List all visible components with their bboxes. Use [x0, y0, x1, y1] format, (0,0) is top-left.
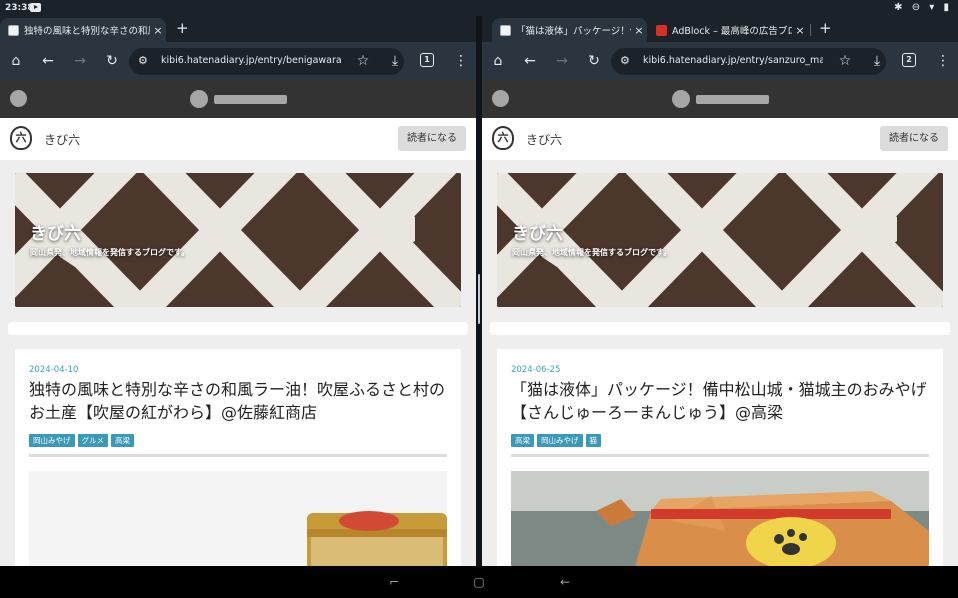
hero-description: 岡山県発、地域情報を発信するブログです。 [30, 248, 190, 257]
recents-icon[interactable]: ⌐ [386, 574, 402, 590]
placeholder-avatar [190, 90, 208, 108]
blog-logo[interactable]: 六 [10, 126, 32, 150]
blog-header: 六 きび六 読者になる [0, 118, 476, 160]
forward-icon[interactable]: → [70, 51, 90, 71]
browser-toolbar: ⌂ ← → ↻ ⚙ kibi6.hatenadiary.jp/entry/ben… [0, 42, 476, 80]
blog-hero-banner[interactable]: きび六 岡山県発、地域情報を発信するブログです。 [15, 173, 461, 307]
placeholder-circle [492, 90, 509, 107]
article-title[interactable]: 「猫は液体」パッケージ！備中松山城・猫城主のおみやげ【さんじゅーろーまんじゅう】… [511, 378, 931, 424]
tab-strip: 「猫は液体」パッケージ！備中松 × AdBlock – 最高峰の広告ブロッカ ×… [482, 16, 958, 42]
skeleton-header [482, 80, 958, 118]
article-title[interactable]: 独特の風味と特別な辛さの和風ラー油！吹屋ふるさと村のお土産【吹屋の紅がわら】@佐… [29, 378, 449, 424]
close-tab-icon[interactable]: × [150, 24, 166, 37]
blog-logo[interactable]: 六 [492, 126, 514, 150]
system-navigation-bar: ⌐ ▢ ← [0, 566, 958, 598]
site-info-icon[interactable]: ⚙ [620, 54, 630, 67]
site-info-icon[interactable]: ⚙ [138, 54, 148, 67]
close-tab-icon[interactable]: × [631, 24, 647, 37]
article-card: 2024-04-10 独特の風味と特別な辛さの和風ラー油！吹屋ふるさと村のお土産… [15, 349, 461, 566]
article-photo-jar [29, 471, 447, 566]
article-card: 2024-06-25 「猫は液体」パッケージ！備中松山城・猫城主のおみやげ【さん… [497, 349, 943, 566]
address-bar[interactable]: ⚙ kibi6.hatenadiary.jp/entry/benigawara_… [129, 48, 404, 75]
article-photo-cat-box [511, 471, 929, 566]
tag-link[interactable]: 岡山みやげ [537, 434, 583, 447]
hero-title: きび六 [512, 224, 563, 244]
url-text[interactable]: kibi6.hatenadiary.jp/entry/benigawara_hu… [161, 55, 341, 66]
tab-article[interactable]: 「猫は液体」パッケージ！備中松 × [492, 18, 647, 42]
divider-handle[interactable] [478, 274, 480, 324]
address-bar[interactable]: ⚙ kibi6.hatenadiary.jp/entry/sanzuro_man… [611, 48, 886, 75]
download-icon[interactable]: ⤓ [385, 51, 405, 71]
subscribe-button[interactable]: 読者になる [880, 126, 948, 151]
youtube-notification-icon [30, 3, 41, 12]
back-icon[interactable]: ← [38, 51, 58, 71]
menu-icon[interactable]: ⋮ [454, 51, 468, 71]
tag-link[interactable]: 高梁 [511, 434, 534, 447]
site-favicon-icon [8, 24, 19, 36]
tab-adblock[interactable]: AdBlock – 最高峰の広告ブロッカ × [648, 18, 808, 42]
tile-pattern-image [497, 173, 943, 307]
tab-switcher-button[interactable]: 1 [420, 53, 434, 67]
menu-icon[interactable]: ⋮ [936, 51, 950, 71]
tab-switcher-button[interactable]: 2 [902, 53, 916, 67]
new-tab-button[interactable]: + [176, 19, 189, 37]
site-favicon-icon [500, 24, 511, 36]
nav-home-icon[interactable]: ▢ [471, 574, 487, 590]
subscribe-button[interactable]: 読者になる [398, 126, 466, 151]
home-icon[interactable]: ⌂ [488, 51, 508, 71]
blog-name[interactable]: きび六 [526, 131, 562, 148]
tab-title: 「猫は液体」パッケージ！備中松 [516, 26, 631, 37]
placeholder-bar [696, 95, 769, 104]
placeholder-avatar [672, 90, 690, 108]
close-tab-icon[interactable]: × [792, 24, 808, 37]
article-date[interactable]: 2024-06-25 [511, 365, 560, 375]
placeholder-bar [214, 95, 287, 104]
tag-link[interactable]: グルメ [77, 434, 108, 447]
tile-pattern-image [15, 173, 461, 307]
reload-icon[interactable]: ↻ [102, 51, 122, 71]
title-underline [511, 454, 929, 457]
blog-hero-banner[interactable]: きび六 岡山県発、地域情報を発信するブログです。 [497, 173, 943, 307]
system-status-bar: 23:38 ✱ ⊖ ▾ ▮ [0, 0, 958, 16]
tab-strip: 独特の風味と特別な辛さの和風ラ × + [0, 16, 476, 42]
status-icons: ✱ ⊖ ▾ ▮ [894, 2, 952, 13]
placeholder-circle [10, 90, 27, 107]
nav-back-icon[interactable]: ← [557, 574, 573, 590]
article-date[interactable]: 2024-04-10 [29, 365, 78, 375]
blog-name[interactable]: きび六 [44, 131, 80, 148]
ad-strip [490, 322, 950, 335]
blog-header: 六 きび六 読者になる [482, 118, 958, 160]
tab-article[interactable]: 独特の風味と特別な辛さの和風ラ × [0, 18, 166, 42]
tab-separator [810, 24, 811, 36]
ad-strip [8, 322, 468, 335]
article-tags: 岡山みやげ グルメ 高梁 [29, 434, 134, 447]
bookmark-star-icon[interactable]: ☆ [353, 51, 373, 71]
url-text[interactable]: kibi6.hatenadiary.jp/entry/sanzuro_manzu… [643, 55, 823, 66]
article-tags: 高梁 岡山みやげ 猫 [511, 434, 601, 447]
bookmark-star-icon[interactable]: ☆ [835, 51, 855, 71]
skeleton-header [0, 80, 476, 118]
back-icon[interactable]: ← [520, 51, 540, 71]
browser-toolbar: ⌂ ← → ↻ ⚙ kibi6.hatenadiary.jp/entry/san… [482, 42, 958, 80]
tab-title: 独特の風味と特別な辛さの和風ラ [24, 26, 150, 37]
forward-icon[interactable]: → [552, 51, 572, 71]
download-icon[interactable]: ⤓ [867, 51, 887, 71]
browser-pane-left: 独特の風味と特別な辛さの和風ラ × + ⌂ ← → ↻ ⚙ kibi6.hate… [0, 16, 476, 566]
tag-link[interactable]: 高梁 [111, 434, 134, 447]
new-tab-button[interactable]: + [819, 19, 832, 37]
reload-icon[interactable]: ↻ [584, 51, 604, 71]
hero-description: 岡山県発、地域情報を発信するブログです。 [512, 248, 672, 257]
hero-title: きび六 [30, 224, 81, 244]
adblock-favicon-icon [656, 24, 667, 36]
browser-pane-right: 「猫は液体」パッケージ！備中松 × AdBlock – 最高峰の広告ブロッカ ×… [482, 16, 958, 566]
home-icon[interactable]: ⌂ [6, 51, 26, 71]
title-underline [29, 454, 447, 457]
tag-link[interactable]: 猫 [585, 434, 601, 447]
tab-title: AdBlock – 最高峰の広告ブロッカ [672, 26, 792, 37]
tag-link[interactable]: 岡山みやげ [29, 434, 75, 447]
